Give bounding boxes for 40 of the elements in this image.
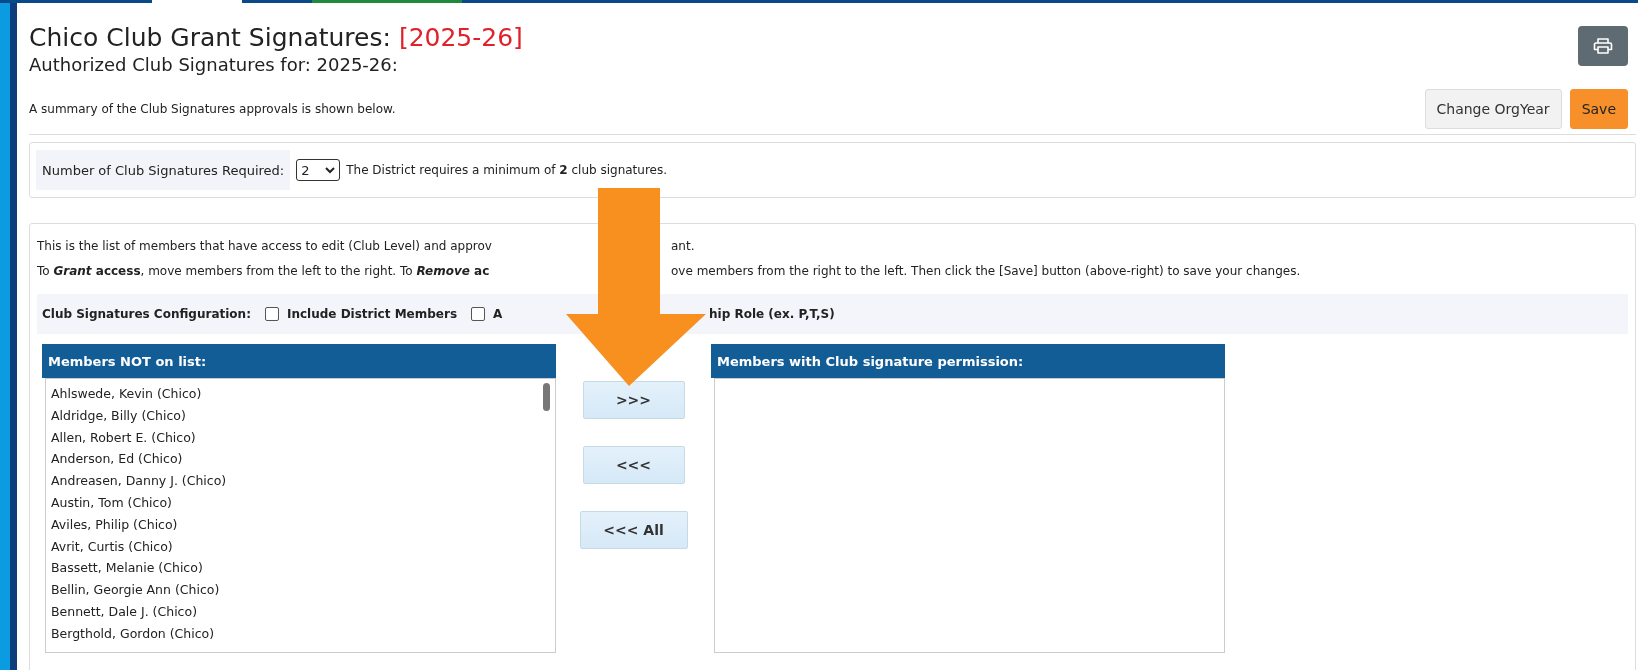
instruction-text: ant. [671,238,695,255]
print-button[interactable] [1578,26,1628,66]
member-item[interactable]: Bennett, Dale J. (Chico) [51,600,537,623]
printer-icon [1593,37,1613,55]
member-item[interactable]: Anderson, Ed (Chico) [51,448,537,471]
list-header: Members with Club signature permission: [711,344,1225,378]
checkbox[interactable] [471,307,486,321]
member-item[interactable]: Ahlswede, Kevin (Chico) [51,383,537,405]
option-label: Include District Members [286,307,458,321]
requirement-label: Number of Club Signatures Required: [36,150,291,190]
transfer-button[interactable]: >>> [582,381,685,419]
member-item[interactable]: Aviles, Philip (Chico) [51,513,537,536]
signature-count-select[interactable]: 2 [296,159,341,181]
instruction-text: To Grant access, move members from the left to the right. To Remove ac [37,263,491,280]
member-item[interactable]: Bellin, Georgie Ann (Chico) [51,579,537,601]
scrollbar-thumb[interactable] [543,383,550,411]
page-subtitle: Authorized Club Signatures for: 2025-26: [29,53,399,77]
configuration-label: Club Signatures Configuration: [42,307,251,321]
option-label: A [493,307,503,321]
member-item[interactable]: Allen, Robert E. (Chico) [51,426,537,449]
member-item[interactable]: Andreasen, Danny J. (Chico) [51,470,537,492]
instruction-text: This is the list of members that have access to edit (Club Level) and approv [37,238,493,255]
member-item[interactable]: Aldridge, Billy (Chico) [51,404,537,427]
list-header: Members NOT on list: [42,344,556,378]
member-item[interactable]: Bergthold, Gordon (Chico) [51,622,537,645]
member-item[interactable]: Austin, Tom (Chico) [51,492,537,514]
page-title: Chico Club Grant Signatures: [2025-26] [29,23,523,53]
toolbar-button[interactable]: Change OrgYear [1424,89,1562,129]
caret-icon [325,166,336,174]
transfer-button[interactable]: <<< All [579,511,688,549]
instruction-text: ove members from the right to the left. Then click the [Save] button (above-right) to save your changes. [671,263,1301,280]
transfer-button[interactable]: <<< [582,446,685,484]
summary-text: A summary of the Club Signatures approvals is shown below. [29,102,396,116]
toolbar-button[interactable]: Save [1569,89,1628,129]
available-members-list[interactable] [45,378,556,653]
member-item[interactable]: Avrit, Curtis (Chico) [51,535,537,558]
requirement-note: The District requires a minimum of 2 club signatures. [346,163,668,177]
option-label: hip Role (ex. P,T,S) [709,307,835,321]
member-item[interactable]: Bassett, Melanie (Chico) [51,557,537,580]
checkbox[interactable] [264,307,279,321]
